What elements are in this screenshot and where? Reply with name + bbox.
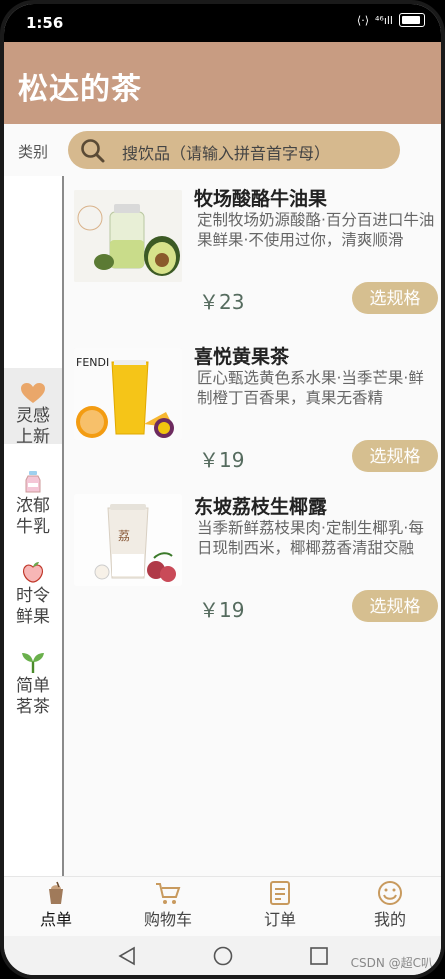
- bottom-tab-bar: 点单 购物车 订单 我的: [4, 876, 441, 937]
- category-label-line1: 简单: [16, 676, 50, 696]
- search-input[interactable]: 搜饮品（请输入拼音首字母）: [68, 131, 400, 169]
- smiley-icon: [378, 881, 402, 905]
- product-image-lychee-coconut: 荔: [74, 494, 182, 586]
- tab-label: 我的: [373, 910, 406, 929]
- status-bar: 1:56 ⟨·⟩ ⁴⁶ıll: [4, 4, 441, 42]
- tab-label: 购物车: [143, 910, 192, 929]
- svg-text:FENDI: FENDI: [76, 356, 109, 369]
- category-label-line1: 浓郁: [16, 496, 50, 516]
- sprout-icon: [22, 653, 44, 673]
- svg-text:荔: 荔: [118, 529, 130, 543]
- category-label: 类别: [18, 143, 49, 161]
- product-description: 当季新鲜荔枝果肉·定制生椰乳·每日现制西米，椰椰荔香清甜交融: [197, 519, 424, 557]
- status-time: 1:56: [26, 14, 64, 32]
- category-label-line1: 时令: [16, 586, 50, 606]
- milk-bottle-icon: [25, 471, 41, 493]
- product-price: ￥23: [199, 290, 245, 314]
- tab-cart[interactable]: 购物车: [128, 881, 208, 930]
- screen: 1:56 ⟨·⟩ ⁴⁶ıll 松达的茶 类别 搜饮品（请输入拼音首字母） 灵感 …: [4, 4, 441, 975]
- product-description: 定制牧场奶源酸酪·百分百进口牛油果鲜果·不使用过你，清爽顺滑: [197, 211, 435, 249]
- product-image-yellow-fruit-tea: FENDI: [74, 348, 182, 440]
- select-spec-button[interactable]: 选规格: [352, 590, 438, 622]
- category-item-nongyu[interactable]: 浓郁 牛乳: [4, 470, 62, 538]
- search-row: 类别 搜饮品（请输入拼音首字母）: [4, 124, 441, 176]
- signal-icon: ⁴⁶ıll: [375, 13, 393, 27]
- page-title: 松达的茶: [18, 72, 142, 107]
- category-item-jiandan[interactable]: 简单 茗茶: [4, 650, 62, 718]
- cart-icon: [156, 883, 181, 904]
- product-name: 东坡荔枝生椰露: [194, 496, 328, 518]
- search-placeholder: 搜饮品（请输入拼音首字母）: [122, 144, 331, 163]
- battery-icon: [399, 13, 425, 27]
- app-header: 松达的茶: [4, 42, 441, 124]
- drink-cup-icon: [49, 881, 63, 904]
- category-label-line2: 上新: [16, 427, 50, 447]
- tab-profile[interactable]: 我的: [350, 881, 430, 930]
- category-label-line2: 牛乳: [16, 517, 50, 537]
- peach-icon: [22, 562, 44, 583]
- product-card[interactable]: FENDI 喜悦黄果茶 匠心甄选黄色系水果·当季芒果·鲜制橙丁百香果，真果无香精…: [64, 334, 441, 484]
- status-icons: ⟨·⟩ ⁴⁶ıll: [357, 13, 425, 27]
- tab-orders[interactable]: 订单: [240, 881, 320, 930]
- tab-label: 点单: [39, 910, 72, 929]
- select-spec-button[interactable]: 选规格: [352, 440, 438, 472]
- product-price: ￥19: [199, 448, 245, 472]
- link-icon: ⟨·⟩: [356, 13, 369, 27]
- back-icon[interactable]: [116, 946, 138, 966]
- tab-label: 订单: [263, 910, 296, 929]
- category-item-shiling[interactable]: 时令 鲜果: [4, 560, 62, 628]
- product-name: 牧场酸酪牛油果: [194, 188, 328, 210]
- product-description: 匠心甄选黄色系水果·当季芒果·鲜制橙丁百香果，真果无香精: [197, 369, 424, 407]
- watermark: CSDN @超C叭: [350, 956, 433, 970]
- product-image-avocado: [74, 190, 182, 282]
- product-list: 牧场酸酪牛油果 定制牧场奶源酸酪·百分百进口牛油果鲜果·不使用过你，清爽顺滑 ￥…: [64, 176, 441, 876]
- product-card[interactable]: 荔 东坡荔枝生椰露 当季新鲜荔枝果肉·定制生椰乳·每日现制西米，椰椰荔香清甜交融…: [64, 484, 441, 634]
- product-price: ￥19: [199, 598, 245, 622]
- phone-frame: 1:56 ⟨·⟩ ⁴⁶ıll 松达的茶 类别 搜饮品（请输入拼音首字母） 灵感 …: [0, 0, 445, 979]
- select-spec-button[interactable]: 选规格: [352, 282, 438, 314]
- system-nav-bar: CSDN @超C叭: [4, 936, 441, 975]
- category-sidebar: 灵感 上新 浓郁 牛乳 时令 鲜果 简单 茗茶: [4, 176, 64, 876]
- product-card[interactable]: 牧场酸酪牛油果 定制牧场奶源酸酪·百分百进口牛油果鲜果·不使用过你，清爽顺滑 ￥…: [64, 176, 441, 326]
- heart-icon: [21, 383, 45, 403]
- category-item-linggan[interactable]: 灵感 上新: [4, 368, 62, 447]
- product-name: 喜悦黄果茶: [194, 346, 290, 368]
- category-label-line2: 鲜果: [16, 607, 50, 627]
- tab-order[interactable]: 点单: [16, 881, 96, 930]
- recents-icon[interactable]: [308, 946, 330, 966]
- search-icon: [81, 139, 105, 163]
- order-list-icon: [270, 881, 290, 905]
- category-label-line2: 茗茶: [16, 697, 50, 717]
- category-label-line1: 灵感: [16, 406, 50, 426]
- home-icon[interactable]: [212, 946, 234, 966]
